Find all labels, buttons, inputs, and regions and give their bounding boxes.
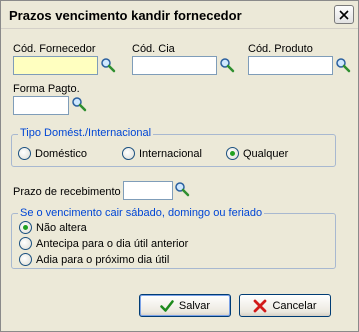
radio-label: Doméstico [35,147,87,160]
radio-button[interactable] [18,147,31,160]
search-icon[interactable] [219,57,235,73]
radio-button[interactable] [19,253,32,266]
radio-selected-dot [23,225,28,230]
cancel-button-label: Cancelar [272,299,317,312]
radio-adia[interactable]: Adia para o próximo dia útil [19,253,169,266]
forma-pagto-label: Forma Pagto. [13,83,80,95]
forma-pagto-field[interactable] [13,96,69,115]
prazo-recebimento-label: Prazo de recebimento [13,186,121,198]
radio-button[interactable] [122,147,135,160]
cod-produto-label: Cód. Produto [248,43,313,55]
search-icon[interactable] [100,57,116,73]
check-icon [160,299,174,312]
radio-qualquer[interactable]: Qualquer [226,147,288,160]
x-icon [254,299,267,312]
window-title: Prazos vencimento kandir fornecedor [9,8,242,23]
save-button-label: Salvar [178,299,211,312]
radio-selected-dot [230,151,235,156]
search-icon[interactable] [174,181,190,197]
search-icon[interactable] [71,96,87,112]
radio-button[interactable] [19,237,32,250]
radio-label: Qualquer [243,147,289,160]
tipo-group-legend: Tipo Domést./Internacional [18,127,154,139]
radio-label: Antecipa para o dia útil anterior [36,237,189,250]
cod-cia-label: Cód. Cia [132,43,175,55]
prazo-recebimento-field[interactable] [123,181,173,200]
radio-button-selected[interactable] [19,221,32,234]
cod-fornecedor-field[interactable] [13,56,98,75]
radio-button-selected[interactable] [226,147,239,160]
radio-internacional[interactable]: Internacional [122,147,202,160]
radio-domestico[interactable]: Doméstico [18,147,87,160]
title-bar: Prazos vencimento kandir fornecedor [1,1,358,29]
vencimento-group-legend: Se o vencimento cair sábado, domingo ou … [18,207,265,219]
radio-label: Internacional [139,147,202,160]
radio-nao-altera[interactable]: Não altera [19,221,87,234]
cod-fornecedor-label: Cód. Fornecedor [13,43,96,55]
cancel-button[interactable]: Cancelar [239,294,331,317]
close-icon [339,9,349,20]
close-button[interactable] [334,5,354,24]
radio-antecipa[interactable]: Antecipa para o dia útil anterior [19,237,188,250]
radio-label: Adia para o próximo dia útil [36,253,170,266]
cod-produto-field[interactable] [248,56,333,75]
radio-label: Não altera [36,221,87,234]
search-icon[interactable] [335,57,351,73]
save-button[interactable]: Salvar [139,294,231,317]
cod-cia-field[interactable] [132,56,217,75]
dialog-window: Prazos vencimento kandir fornecedor Cód.… [0,0,359,332]
